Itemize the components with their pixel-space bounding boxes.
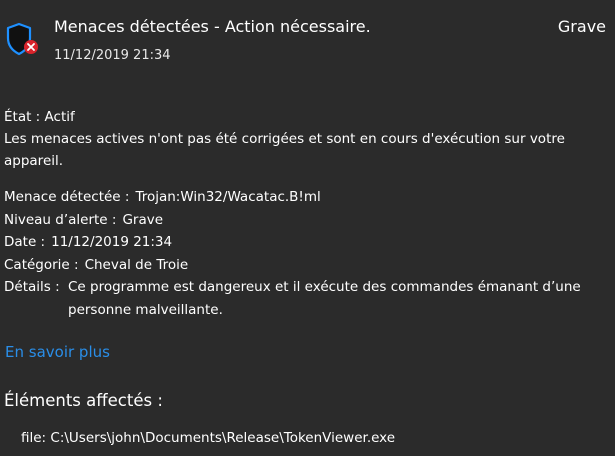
detail-value: Cheval de Troie	[84, 256, 189, 273]
detail-value: 11/12/2019 21:34	[51, 234, 173, 250]
detail-row-details: Détails : Ce programme est dangereux et …	[4, 276, 610, 321]
detail-row-threat: Menace détectée : Trojan:Win32/Wacatac.B…	[4, 186, 610, 209]
detail-label: Date :	[4, 234, 46, 250]
status-description: Les menaces actives n'ont pas été corrig…	[4, 131, 565, 169]
detail-label: Menace détectée :	[4, 189, 130, 205]
status-line: État : Actif	[4, 109, 75, 125]
severity-label: Grave	[557, 17, 606, 36]
notification-header: Menaces détectées - Action nécessaire. 1…	[0, 0, 615, 80]
affected-item: file: C:\Users\john\Documents\Release\To…	[21, 430, 396, 446]
detail-row-date: Date : 11/12/2019 21:34	[4, 231, 610, 254]
detail-label: Catégorie :	[4, 256, 79, 273]
detail-value: Trojan:Win32/Wacatac.B!ml	[135, 189, 321, 205]
notification-timestamp: 11/12/2019 21:34	[54, 48, 171, 63]
affected-items-heading: Éléments affectés :	[4, 391, 163, 410]
detail-value: Ce programme est dangereux et il exécute…	[68, 279, 581, 318]
notification-title: Menaces détectées - Action nécessaire.	[54, 17, 371, 36]
detail-row-alert-level: Niveau d’alerte : Grave	[4, 209, 610, 232]
threat-details: Menace détectée : Trojan:Win32/Wacatac.B…	[4, 186, 610, 321]
detail-row-category: Catégorie : Cheval de Troie	[4, 254, 610, 277]
shield-alert-icon	[5, 22, 39, 58]
detail-value: Grave	[122, 211, 164, 228]
detail-label: Détails :	[4, 279, 60, 295]
detail-label: Niveau d’alerte :	[4, 211, 117, 228]
learn-more-link[interactable]: En savoir plus	[5, 341, 110, 363]
